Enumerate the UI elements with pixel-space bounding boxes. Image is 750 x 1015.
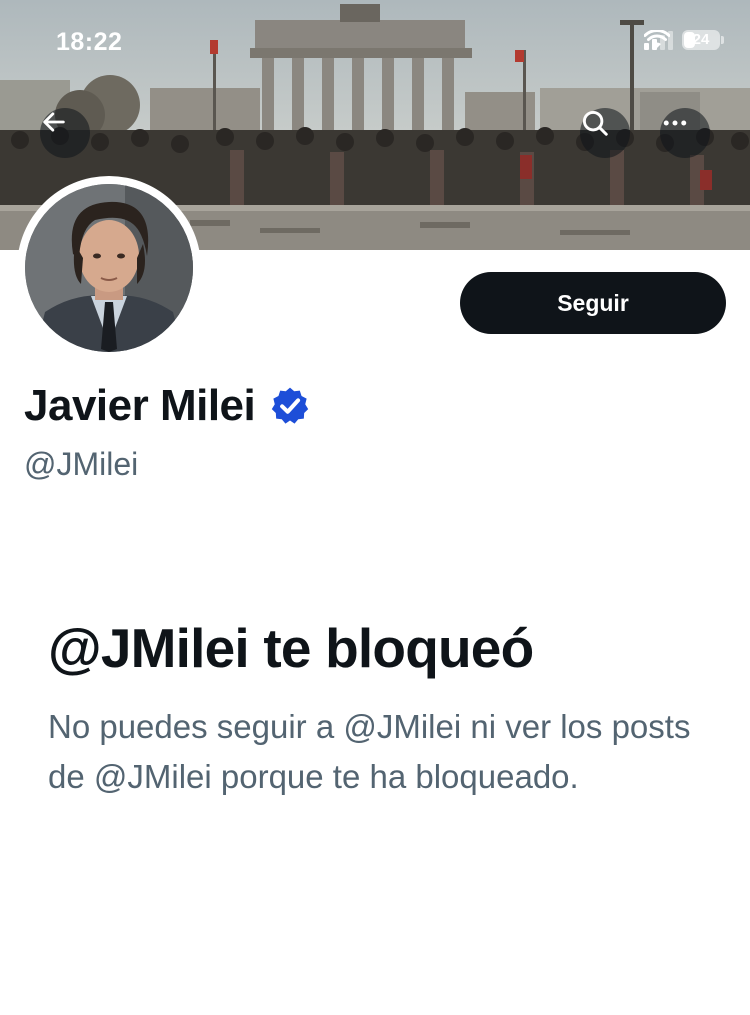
blocked-title: @JMilei te bloqueó <box>48 617 534 679</box>
status-time: 18:22 <box>56 28 123 56</box>
arrow-left-icon <box>43 112 65 132</box>
search-icon <box>582 110 608 136</box>
status-icons: 24 <box>644 30 724 50</box>
profile-name-row: Javier Milei <box>24 381 311 431</box>
profile-handle: @JMilei <box>24 446 139 482</box>
back-button[interactable] <box>40 108 90 158</box>
more-horizontal-icon <box>663 120 687 126</box>
wifi-icon <box>644 30 670 48</box>
follow-button[interactable]: Seguir <box>460 272 726 334</box>
battery-level: 24 <box>692 31 710 48</box>
avatar-image <box>25 184 193 352</box>
battery-icon: 24 <box>682 30 724 50</box>
avatar[interactable] <box>17 176 201 360</box>
more-button[interactable] <box>660 108 710 158</box>
search-button[interactable] <box>580 108 630 158</box>
blocked-description: No puedes seguir a @JMilei ni ver los po… <box>48 708 691 795</box>
display-name: Javier Milei <box>24 381 256 430</box>
verified-badge-icon <box>272 387 309 424</box>
